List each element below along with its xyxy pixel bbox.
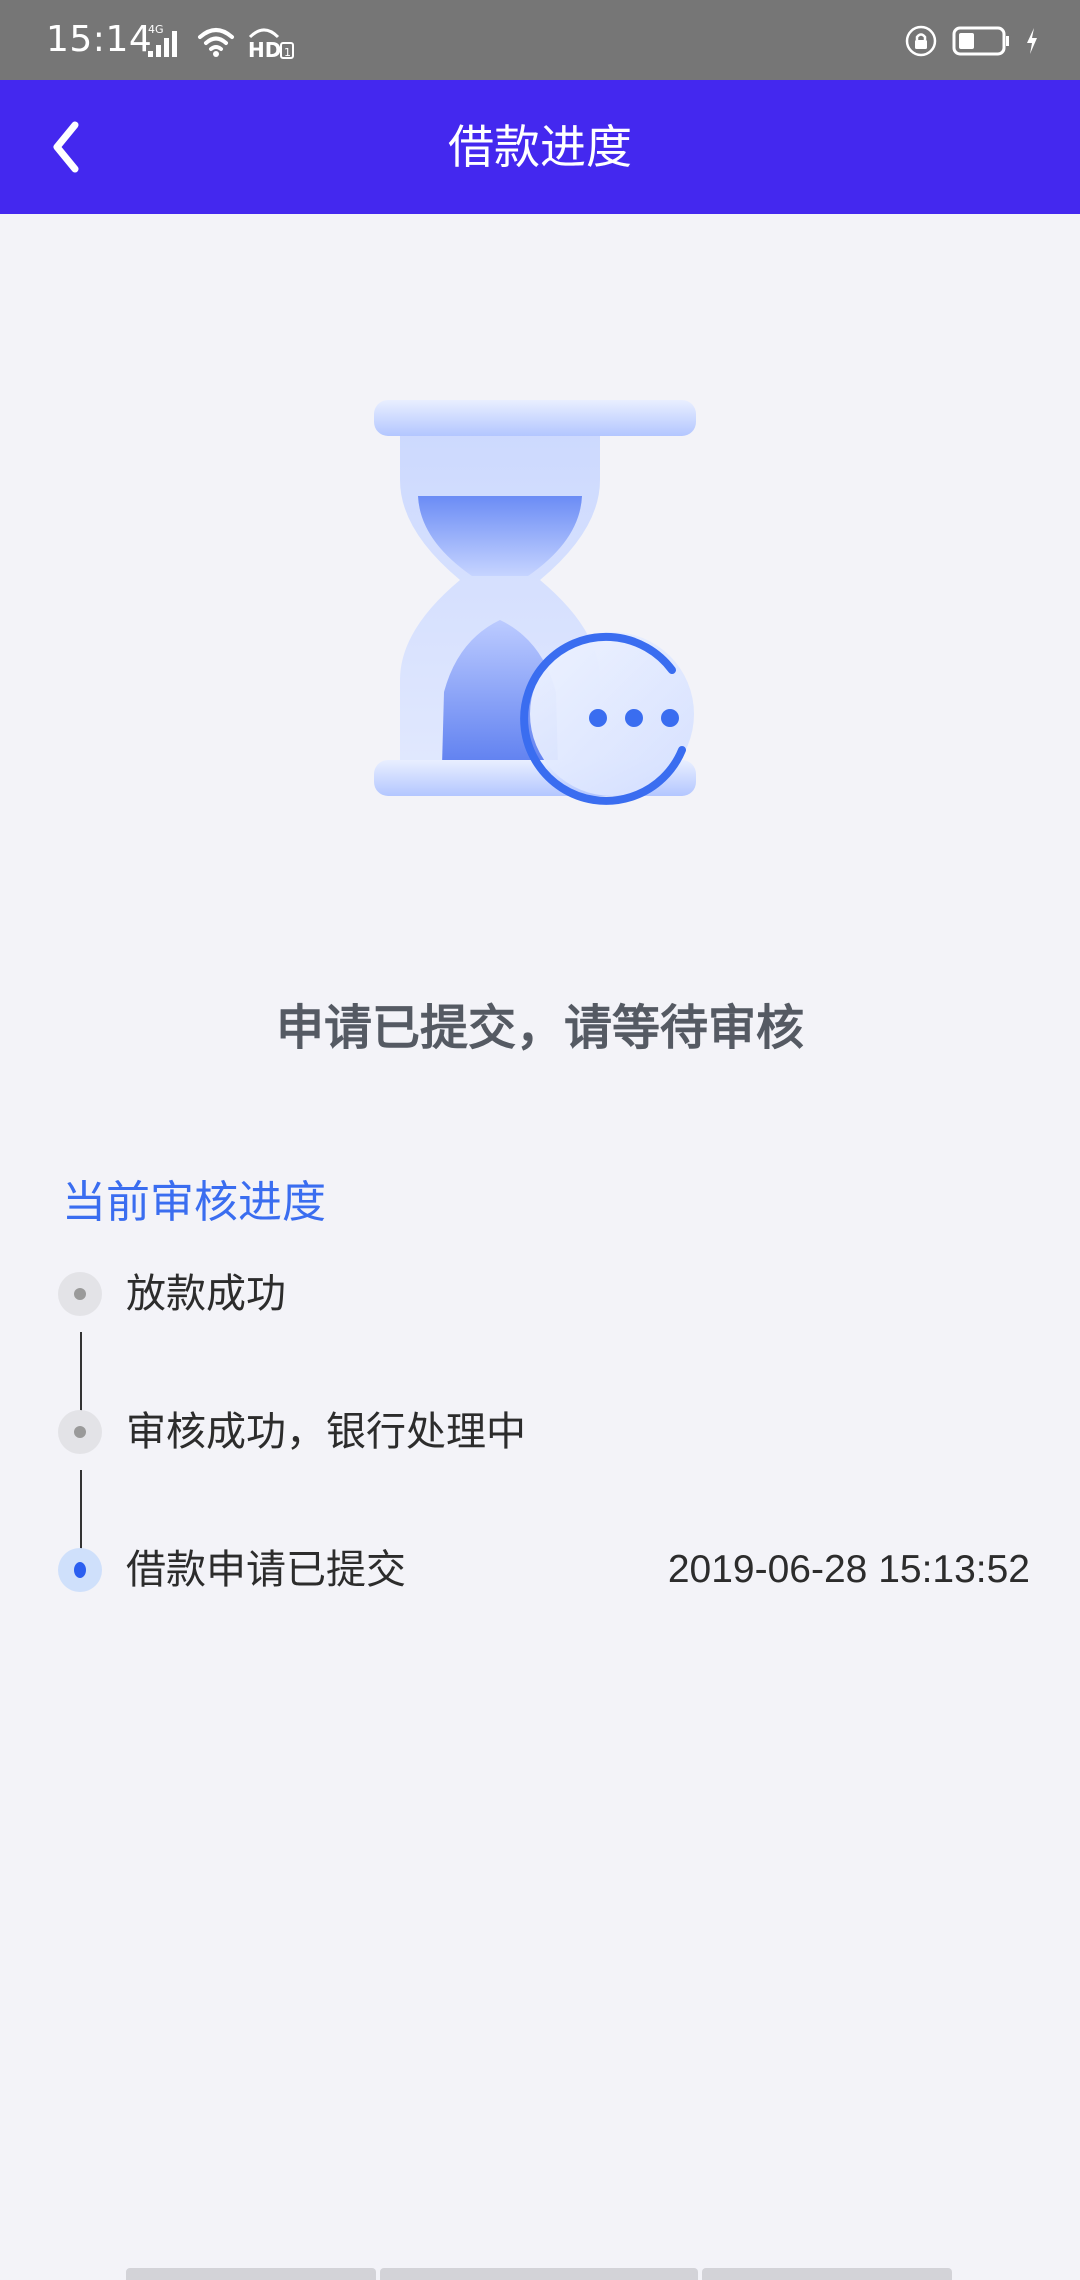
status-message: 申请已提交，请等待审核	[275, 1000, 804, 1056]
battery-icon	[952, 25, 1010, 61]
wifi-icon	[196, 23, 236, 63]
hd-label: HD	[248, 38, 281, 61]
hd-sub-label: 1	[284, 46, 291, 59]
hourglass-pending-icon	[340, 370, 740, 830]
status-bar: 15:14 4G HD 1	[0, 0, 1080, 80]
step-dot-active	[58, 1548, 102, 1592]
bottom-navigation-indicator	[126, 2268, 952, 2280]
step-label: 审核成功，银行处理中	[126, 1409, 526, 1455]
status-time: 15:14	[46, 19, 153, 60]
hd-call-icon: HD 1	[246, 21, 296, 65]
step-label: 放款成功	[126, 1271, 286, 1317]
status-right-icons	[904, 20, 1040, 66]
back-button[interactable]	[30, 110, 104, 184]
page-title: 借款进度	[448, 120, 632, 174]
step-dot	[58, 1272, 102, 1316]
step-label: 借款申请已提交	[126, 1547, 406, 1593]
progress-section-title: 当前审核进度	[62, 1177, 326, 1228]
progress-timeline: 放款成功 审核成功，银行处理中 借款申请已提交 2019-06-28 15:13…	[56, 1270, 1030, 1610]
step-time: 2019-06-28 15:13:52	[667, 1548, 1030, 1591]
timeline-connector	[80, 1470, 82, 1552]
charging-icon	[1024, 26, 1040, 60]
network-type-label: 4G	[148, 23, 164, 36]
chevron-left-icon	[53, 121, 79, 173]
timeline-step-loan-disbursed: 放款成功	[56, 1270, 1026, 1318]
timeline-step-application-submitted: 借款申请已提交 2019-06-28 15:13:52	[56, 1546, 1030, 1594]
app-bar: 借款进度	[0, 80, 1080, 214]
rotation-lock-icon	[904, 24, 938, 62]
timeline-step-review-success: 审核成功，银行处理中	[56, 1408, 1026, 1456]
timeline-connector	[80, 1332, 82, 1414]
status-left-icons: 4G HD 1	[146, 20, 296, 66]
signal-icon: 4G	[146, 21, 186, 65]
loan-progress-screen: 15:14 4G HD 1 借款进度 申请已提交，请等待审核 当前审核进度 放款…	[0, 0, 1080, 2280]
step-dot	[58, 1410, 102, 1454]
